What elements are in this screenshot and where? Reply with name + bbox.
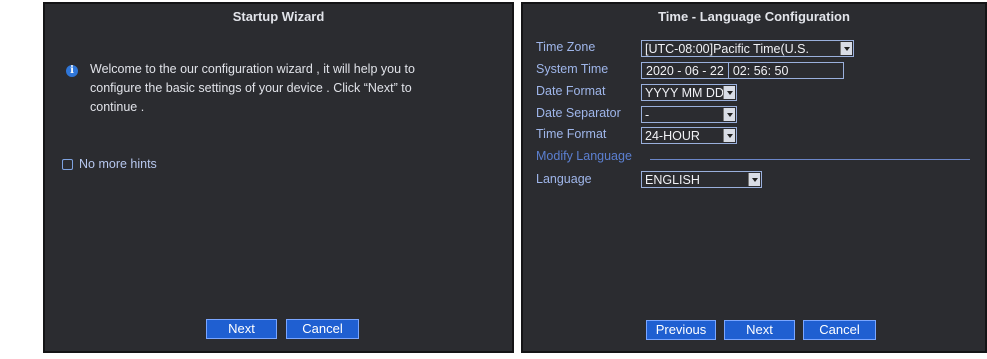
system-clock-value[interactable]: 02: 56: 50 xyxy=(729,64,793,78)
time-zone-select[interactable]: [UTC-08:00]Pacific Time(U.S. xyxy=(641,40,854,57)
no-more-hints-option[interactable]: No more hints xyxy=(62,157,157,171)
dropdown-arrow-icon[interactable] xyxy=(748,173,760,186)
system-time-label: System Time xyxy=(536,62,609,76)
time-format-label: Time Format xyxy=(536,127,607,141)
welcome-message: Welcome to the our configuration wizard … xyxy=(90,62,415,114)
dropdown-arrow-icon[interactable] xyxy=(723,129,735,142)
no-more-hints-label: No more hints xyxy=(79,157,157,171)
modify-language-heading: Modify Language xyxy=(536,149,632,163)
time-zone-value: [UTC-08:00]Pacific Time(U.S. xyxy=(645,41,809,56)
time-language-config-dialog: Time - Language Configuration Time Zone … xyxy=(521,2,987,353)
cancel-button[interactable]: Cancel xyxy=(803,320,876,340)
info-icon: i xyxy=(66,65,78,77)
language-value: ENGLISH xyxy=(645,172,700,187)
language-select[interactable]: ENGLISH xyxy=(641,171,762,188)
dialog-title: Time - Language Configuration xyxy=(658,9,850,24)
next-button[interactable]: Next xyxy=(206,319,277,339)
dropdown-arrow-icon[interactable] xyxy=(723,108,735,121)
time-zone-label: Time Zone xyxy=(536,40,596,54)
dropdown-arrow-icon[interactable] xyxy=(840,42,852,55)
system-date-value[interactable]: 2020 - 06 - 22 xyxy=(642,64,728,78)
date-separator-value: - xyxy=(645,107,650,122)
section-divider xyxy=(650,159,970,160)
next-button[interactable]: Next xyxy=(724,320,795,340)
date-format-select[interactable]: YYYY MM DD xyxy=(641,84,737,101)
time-format-select[interactable]: 24-HOUR xyxy=(641,127,737,144)
time-format-value: 24-HOUR xyxy=(645,128,700,143)
cancel-button[interactable]: Cancel xyxy=(286,319,359,339)
system-time-field[interactable]: 2020 - 06 - 22 02: 56: 50 xyxy=(641,62,844,79)
date-format-value: YYYY MM DD xyxy=(645,85,723,100)
date-separator-select[interactable]: - xyxy=(641,106,737,123)
no-more-hints-checkbox[interactable] xyxy=(62,158,73,170)
previous-button[interactable]: Previous xyxy=(646,320,716,340)
language-label: Language xyxy=(536,172,592,186)
dialog-title: Startup Wizard xyxy=(232,9,325,24)
date-separator-label: Date Separator xyxy=(536,106,621,120)
startup-wizard-dialog: Startup Wizard i Welcome to the our conf… xyxy=(43,2,514,353)
dropdown-arrow-icon[interactable] xyxy=(723,86,735,99)
date-format-label: Date Format xyxy=(536,84,606,98)
